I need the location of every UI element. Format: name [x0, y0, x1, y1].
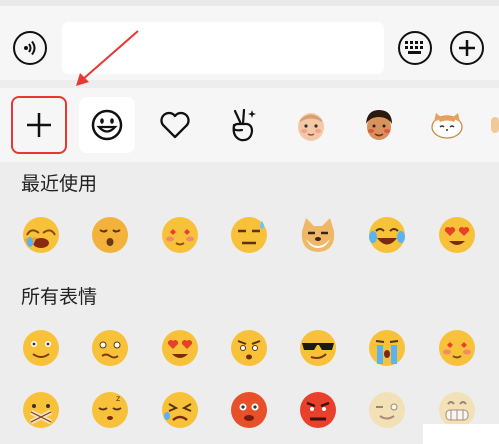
frustrated-emoji[interactable]: [160, 390, 200, 430]
tab-cat-sticker[interactable]: [419, 97, 475, 153]
victory-hand-icon: [232, 108, 256, 142]
voice-button[interactable]: [13, 31, 47, 65]
heart-icon: [160, 111, 190, 139]
furious-emoji[interactable]: [298, 390, 338, 430]
svg-text:z: z: [116, 394, 120, 403]
cat-face-icon: [431, 113, 463, 139]
heart-eyes-emoji[interactable]: [160, 328, 200, 368]
mute-emoji[interactable]: [21, 390, 61, 430]
tab-more-partial[interactable]: [487, 97, 499, 153]
heart-eyes-emoji[interactable]: [437, 215, 477, 255]
tab-baby-sticker[interactable]: [283, 97, 339, 153]
keyboard-icon: [405, 41, 423, 54]
more-button[interactable]: [450, 31, 484, 65]
message-input[interactable]: [62, 22, 384, 74]
boy-face-icon: [366, 110, 392, 140]
wink-emoji[interactable]: [367, 390, 407, 430]
tab-favorites[interactable]: [147, 97, 203, 153]
plus-icon: [27, 113, 51, 137]
section-title-all: 所有表情: [21, 286, 98, 308]
love-face-emoji[interactable]: [160, 215, 200, 255]
bottom-edge-panel: [423, 424, 499, 444]
section-title-recent: 最近使用: [21, 173, 98, 195]
tab-add-emoji[interactable]: [11, 96, 67, 154]
keyboard-button[interactable]: [398, 31, 432, 65]
sleepy-emoji[interactable]: z: [90, 390, 130, 430]
face-covering-laugh-emoji[interactable]: [21, 215, 61, 255]
tab-boy-sticker[interactable]: [351, 97, 407, 153]
crying-emoji[interactable]: [367, 328, 407, 368]
tab-gestures[interactable]: [215, 97, 271, 153]
baby-face-icon: [298, 113, 324, 141]
sweat-face-emoji[interactable]: [229, 215, 269, 255]
embarrassed-emoji[interactable]: [90, 328, 130, 368]
kissing-face-emoji[interactable]: [90, 215, 130, 255]
love-face-emoji[interactable]: [437, 328, 477, 368]
angry-squint-emoji[interactable]: [229, 328, 269, 368]
tab-default-emoji[interactable]: [79, 97, 135, 153]
top-divider: [0, 0, 499, 6]
cool-sunglasses-emoji[interactable]: [298, 328, 338, 368]
doge-emoji[interactable]: [298, 215, 338, 255]
smiley-icon: [91, 109, 123, 141]
tears-of-joy-emoji[interactable]: [367, 215, 407, 255]
smile-emoji[interactable]: [21, 328, 61, 368]
angry-red-emoji[interactable]: [229, 390, 269, 430]
voice-icon: [24, 40, 36, 56]
plus-icon: [459, 40, 475, 56]
